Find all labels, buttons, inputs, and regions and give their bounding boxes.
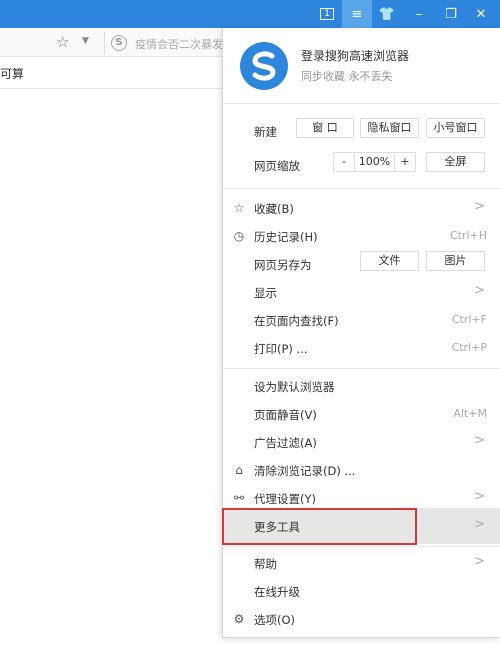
menu-item-label: 打印(P) ... (254, 342, 308, 356)
search-box[interactable]: S 疫情会否二次暴发 (104, 32, 224, 54)
star-icon: ☆ (233, 201, 245, 215)
close-icon: ✕ (475, 6, 487, 22)
eraser-icon: ⌂ (235, 463, 243, 477)
restore-button[interactable]: ❐ (436, 0, 466, 28)
save-file-button[interactable]: 文件 (360, 251, 419, 271)
chevron-right-icon: > (474, 517, 485, 532)
chevron-down-icon[interactable]: ▼ (82, 36, 89, 46)
menu-item-find[interactable]: 在页面内查找(F) Ctrl+F (223, 307, 500, 333)
gear-icon: ⚙ (233, 612, 245, 626)
title-bar: 1 ≡ 👕 – ❐ ✕ (0, 0, 500, 28)
menu-item-label: 代理设置(Y) (254, 492, 316, 506)
divider (223, 188, 500, 189)
divider (223, 368, 500, 369)
new-row: 新建 窗 口 隐私窗口 小号窗口 (223, 118, 500, 144)
menu-item-help[interactable]: 帮助 > (223, 550, 500, 576)
skin-button[interactable]: 👕 (372, 0, 402, 28)
menu-item-label: 帮助 (254, 557, 277, 571)
sogou-search-icon: S (111, 35, 127, 51)
menu-item-mute[interactable]: 页面静音(V) Alt+M (223, 401, 500, 427)
star-icon[interactable]: ☆ (56, 33, 69, 51)
new-small-window-button[interactable]: 小号窗口 (426, 118, 485, 138)
tab-count-value: 1 (320, 8, 334, 20)
new-private-window-button[interactable]: 隐私窗口 (360, 118, 419, 138)
menu-item-label: 网页另存为 (254, 258, 312, 272)
search-input[interactable]: 疫情会否二次暴发 (135, 36, 223, 52)
clock-icon: ◷ (233, 229, 245, 243)
zoom-out-button[interactable]: - (333, 152, 355, 172)
link-icon: ⚯ (233, 491, 245, 505)
menu-item-label: 在线升级 (254, 585, 300, 599)
menu-item-upgrade[interactable]: 在线升级 (223, 578, 500, 604)
shortcut-label: Ctrl+P (451, 341, 487, 354)
menu-header: 登录搜狗高速浏览器 同步收藏 永不丢失 (223, 28, 500, 104)
minimize-icon: – (415, 6, 423, 22)
shortcut-label: Ctrl+H (449, 229, 487, 242)
menu-item-label: 广告过滤(A) (254, 436, 317, 450)
zoom-value: 100% (354, 152, 395, 172)
minimize-button[interactable]: – (404, 0, 434, 28)
chevron-right-icon: > (474, 283, 485, 298)
chevron-right-icon: > (474, 199, 485, 214)
bookmarks-bar: 可算 (0, 57, 222, 89)
bookmark-item[interactable]: 可算 (0, 65, 24, 82)
menu-item-display[interactable]: 显示 > (223, 279, 500, 305)
new-window-button[interactable]: 窗 口 (296, 118, 354, 138)
shortcut-label: Alt+M (453, 407, 487, 420)
menu-item-clear-history[interactable]: ⌂ 清除浏览记录(D) ... (223, 457, 500, 483)
menu-item-print[interactable]: 打印(P) ... Ctrl+P (223, 335, 500, 361)
shirt-icon: 👕 (378, 6, 396, 22)
chevron-right-icon: > (474, 489, 485, 504)
menu-item-label: 选项(O) (254, 613, 296, 627)
menu-item-label: 历史记录(H) (254, 230, 318, 244)
shortcut-label: Ctrl+F (451, 313, 487, 326)
menu-item-label: 设为默认浏览器 (254, 380, 335, 394)
zoom-label: 网页缩放 (254, 159, 300, 173)
fullscreen-button[interactable]: 全屏 (426, 152, 485, 172)
divider (223, 546, 500, 547)
menu-item-favorites[interactable]: ☆ 收藏(B) > (223, 195, 500, 221)
restore-icon: ❐ (445, 6, 457, 22)
chevron-right-icon: > (474, 554, 485, 569)
save-image-button[interactable]: 图片 (426, 251, 485, 271)
menu-item-history[interactable]: ◷ 历史记录(H) Ctrl+H (223, 223, 500, 249)
chevron-right-icon: > (474, 433, 485, 448)
menu-item-label: 在页面内查找(F) (254, 314, 339, 328)
menu-item-label: 显示 (254, 286, 277, 300)
main-menu: 登录搜狗高速浏览器 同步收藏 永不丢失 新建 窗 口 隐私窗口 小号窗口 网页缩… (222, 28, 500, 638)
menu-item-adblock[interactable]: 广告过滤(A) > (223, 429, 500, 455)
close-button[interactable]: ✕ (466, 0, 496, 28)
menu-item-label: 清除浏览记录(D) ... (254, 464, 356, 478)
tab-count-button[interactable]: 1 (312, 0, 342, 28)
menu-item-default-browser[interactable]: 设为默认浏览器 (223, 373, 500, 399)
menu-item-label: 收藏(B) (254, 202, 294, 216)
annotation-highlight-box (222, 508, 417, 545)
new-label: 新建 (254, 125, 277, 139)
main-menu-button[interactable]: ≡ (342, 0, 372, 28)
login-title[interactable]: 登录搜狗高速浏览器 (301, 47, 409, 64)
zoom-in-button[interactable]: + (394, 152, 416, 172)
sogou-logo-icon[interactable] (240, 42, 288, 90)
menu-icon: ≡ (351, 6, 363, 22)
menu-item-save-as: 网页另存为 文件 图片 (223, 251, 500, 277)
login-subtitle: 同步收藏 永不丢失 (301, 70, 393, 83)
address-toolbar: ☆ ▼ S 疫情会否二次暴发 (0, 28, 224, 57)
menu-item-label: 页面静音(V) (254, 408, 317, 422)
menu-item-options[interactable]: ⚙ 选项(O) (223, 606, 500, 632)
zoom-row: 网页缩放 - 100% + 全屏 (223, 152, 500, 178)
